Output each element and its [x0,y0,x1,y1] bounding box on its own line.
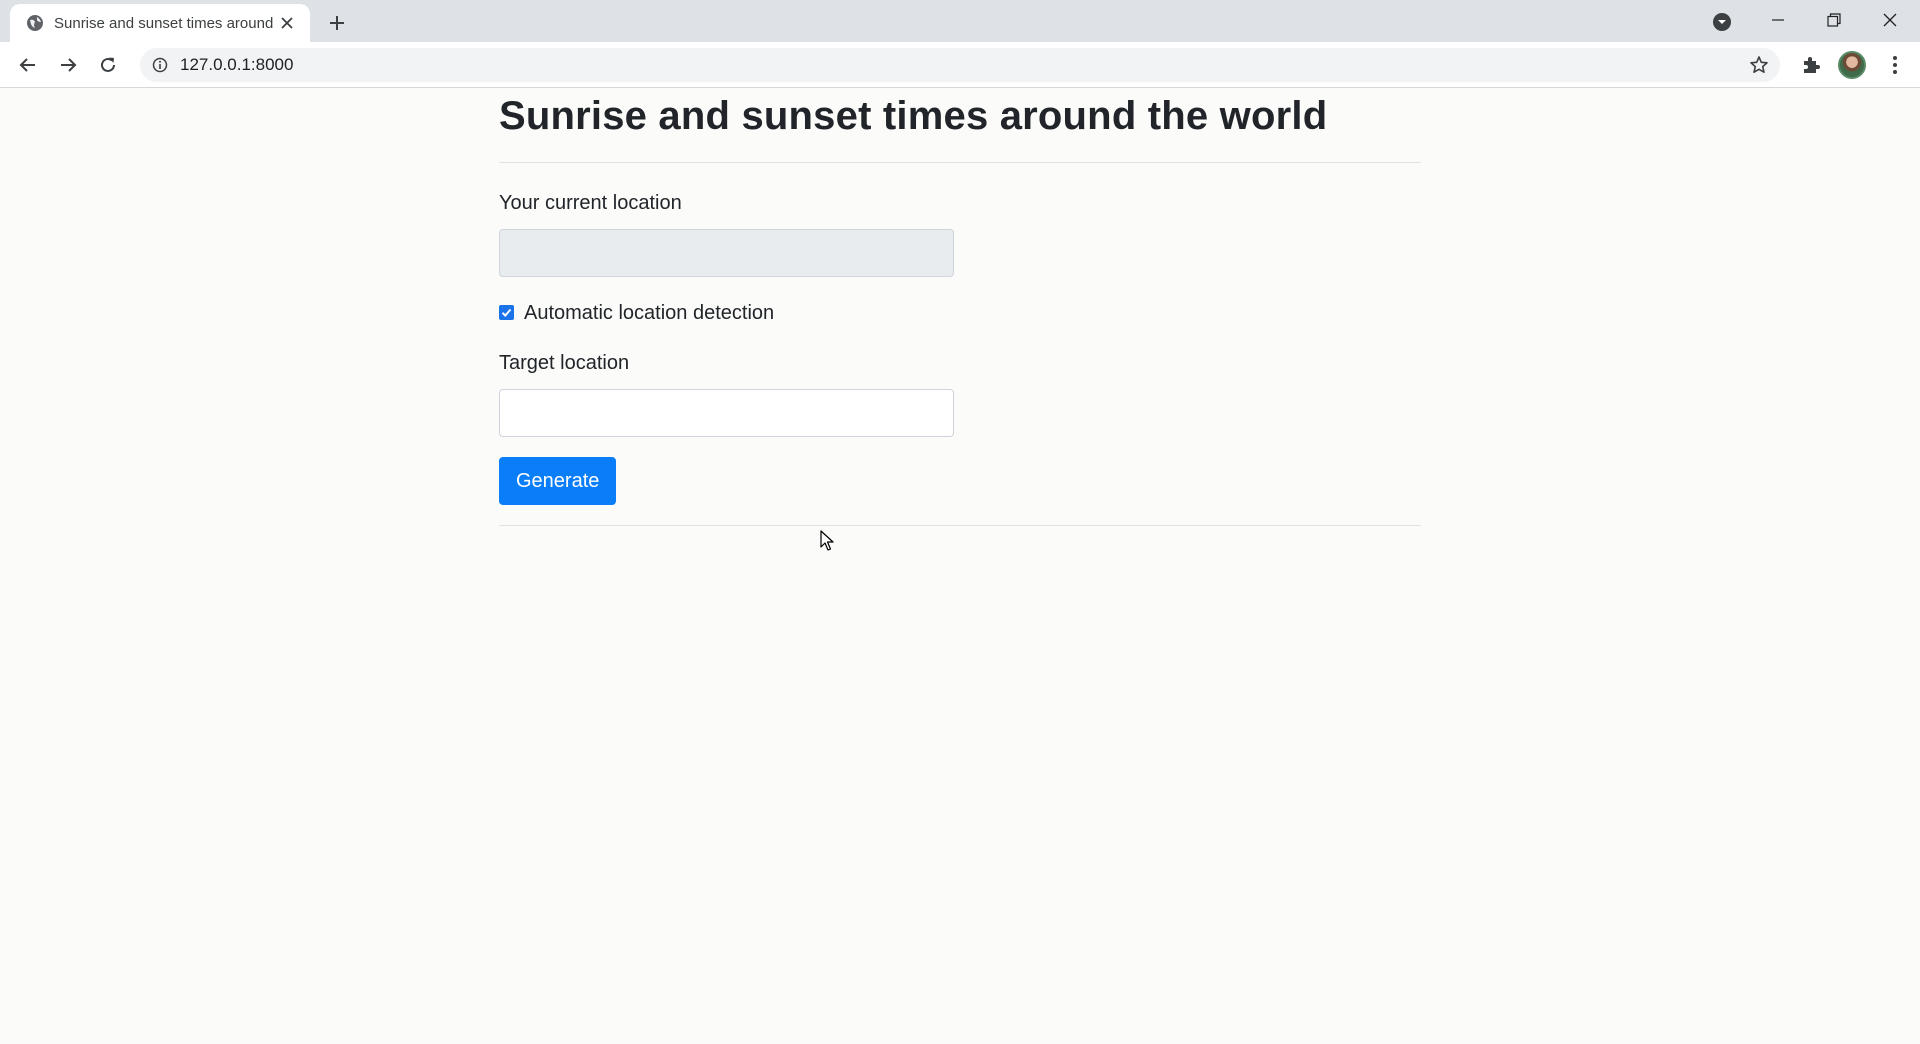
reload-icon [101,57,115,72]
restore-button[interactable] [1806,0,1862,40]
minimize-button[interactable] [1750,0,1806,40]
extensions-button[interactable] [1796,50,1826,80]
top-divider [499,162,1421,163]
page-viewport: Sunrise and sunset times around the worl… [0,88,1920,1044]
plus-icon [330,16,344,30]
reload-button[interactable] [92,49,124,81]
mouse-pointer-icon [820,530,834,551]
current-location-input[interactable] [499,229,954,277]
address-bar[interactable]: 127.0.0.1:8000 [140,48,1780,82]
auto-detect-row[interactable]: Automatic location detection [499,301,1421,325]
generate-button[interactable]: Generate [499,457,617,505]
url-text: 127.0.0.1:8000 [180,55,294,74]
forward-icon [61,58,77,72]
main-container: Sunrise and sunset times around the worl… [499,88,1421,526]
minimize-icon [1772,19,1784,21]
tab-title: Sunrise and sunset times around [54,14,274,32]
auto-detect-label[interactable]: Automatic location detection [524,301,774,325]
browser-tab[interactable]: Sunrise and sunset times around [10,4,310,42]
restore-icon [1827,13,1841,27]
forward-button[interactable] [52,49,84,81]
star-icon[interactable] [1748,54,1770,76]
checkmark-icon [501,308,512,317]
bottom-divider [499,525,1421,526]
new-tab-button[interactable] [322,8,352,38]
chevron-down-icon [1713,13,1731,31]
current-location-label: Your current location [499,192,682,214]
back-icon [19,58,35,72]
tab-search-button[interactable] [1708,8,1736,36]
globe-icon [26,14,44,32]
info-icon[interactable] [150,55,170,75]
page-title: Sunrise and sunset times around the worl… [499,94,1328,138]
close-window-button[interactable] [1862,0,1918,40]
browser-toolbar: 127.0.0.1:8000 [0,42,1920,88]
avatar[interactable] [1838,51,1866,79]
close-tab-icon[interactable] [276,12,298,34]
target-location-label: Target location [499,352,630,374]
auto-detect-checkbox[interactable] [499,304,514,320]
close-icon [1883,13,1897,27]
browser-menu-button[interactable] [1880,50,1910,80]
tab-strip: Sunrise and sunset times around [0,0,1920,42]
back-button[interactable] [12,49,44,81]
more-vert-icon [1893,56,1897,74]
location-form: Your current location Automatic location… [499,191,1421,505]
puzzle-icon [1804,57,1820,73]
target-location-input[interactable] [499,389,954,437]
